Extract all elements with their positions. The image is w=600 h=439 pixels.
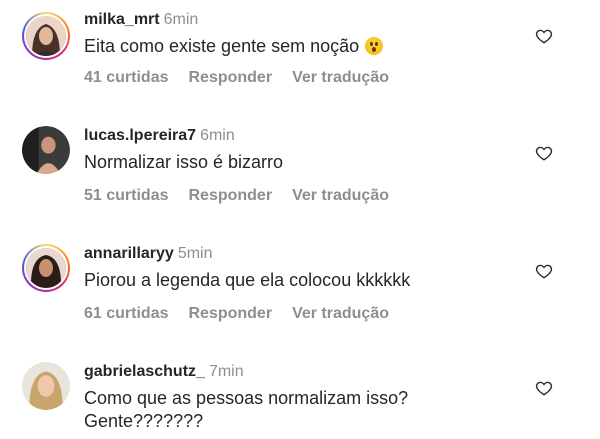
comment-text-content: Eita como existe gente sem noção [84,36,360,56]
heart-outline-icon[interactable] [535,27,553,45]
comment-header: milka_mrt 6min [84,10,198,30]
username[interactable]: annarillaryy [84,245,174,262]
timestamp: 6min [163,11,199,28]
comment-text: Normalizar isso é bizarro [84,152,284,172]
heart-outline-icon[interactable] [535,262,553,280]
likes-count[interactable]: 61 curtidas [84,305,168,322]
avatar[interactable] [22,362,70,410]
avatar-photo-icon [22,126,70,174]
reply-button[interactable]: Responder [188,69,272,86]
heart-outline-icon[interactable] [535,379,553,397]
username[interactable]: milka_mrt [84,11,160,28]
heart-outline-icon[interactable] [535,144,553,162]
username[interactable]: gabrielaschutz_ [84,363,205,380]
comment-text-line-2: Gente??????? [84,411,204,431]
hushed-face-emoji-icon [365,37,384,55]
avatar[interactable] [22,126,70,174]
comment-header: gabrielaschutz_ 7min [84,362,244,382]
timestamp: 5min [177,245,213,262]
comment-text-line-1: Como que as pessoas normalizam isso? [84,388,409,408]
username[interactable]: lucas.lpereira7 [84,127,196,144]
timestamp: 7min [208,363,244,380]
translate-button[interactable]: Ver tradução [292,187,389,204]
avatar[interactable] [22,12,70,60]
comment-actions: 51 curtidas Responder Ver tradução [84,186,409,206]
likes-count[interactable]: 41 curtidas [84,69,168,86]
reply-button[interactable]: Responder [188,187,272,204]
reply-button[interactable]: Responder [188,305,272,322]
avatar-photo-icon [26,16,66,56]
comment-actions: 61 curtidas Responder Ver tradução [84,304,409,324]
avatar-photo-icon [26,248,66,288]
comment-text: Piorou a legenda que ela colocou kkkkkk [84,270,411,290]
comment-actions: 41 curtidas Responder Ver tradução [84,68,409,88]
comment-header: lucas.lpereira7 6min [84,126,235,146]
translate-button[interactable]: Ver tradução [292,69,389,86]
comment-header: annarillaryy 5min [84,244,213,264]
comment-text: Eita como existe gente sem noção [84,35,384,57]
translate-button[interactable]: Ver tradução [292,305,389,322]
likes-count[interactable]: 51 curtidas [84,187,168,204]
avatar[interactable] [22,244,70,292]
timestamp: 6min [200,127,235,144]
avatar-photo-icon [22,362,70,410]
